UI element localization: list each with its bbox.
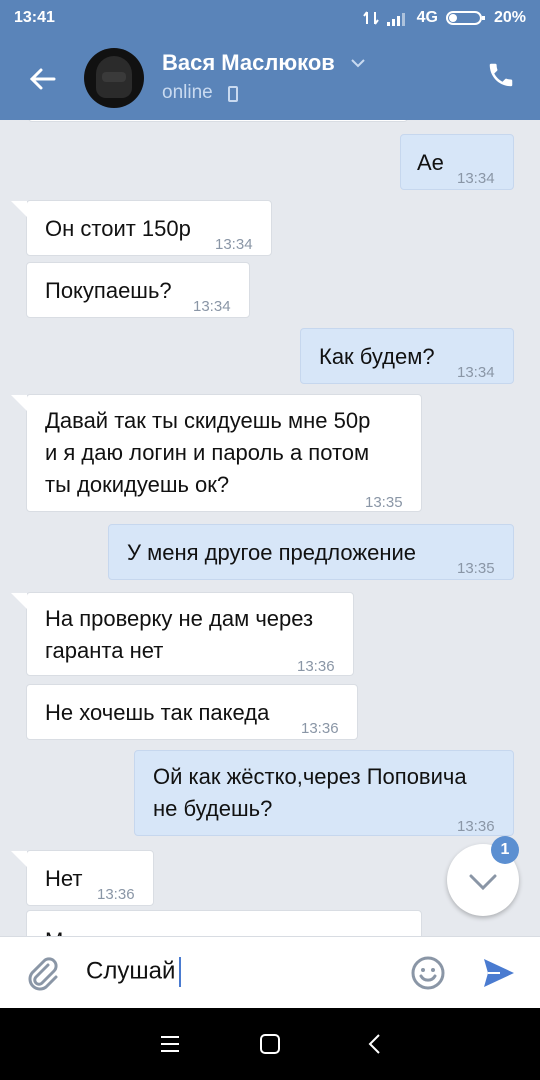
- message-bubble-out[interactable]: Как будем? 13:34: [300, 328, 514, 384]
- message-time: 13:34: [193, 298, 231, 315]
- message-text: Он стоит 150р: [45, 216, 191, 241]
- message-time: 13:34: [457, 170, 495, 187]
- message-time: 13:35: [365, 494, 403, 511]
- message-line: На проверку не дам через: [45, 606, 314, 631]
- message-bubble-in[interactable]: Он стоит 150р 13:34: [11, 200, 272, 256]
- signal-icon: [386, 13, 405, 26]
- message-input[interactable]: Слушай: [86, 957, 182, 987]
- emoji-icon[interactable]: [410, 955, 446, 991]
- composer: Слушай: [0, 936, 540, 1009]
- message-line: Давай так ты скидуешь мне 50р: [45, 408, 371, 433]
- message-text: Нет: [45, 866, 83, 891]
- battery-percent: 20%: [493, 9, 526, 26]
- text-cursor: [179, 957, 182, 987]
- message-bubble-out[interactable]: Ой как жёстко,через Поповича не будешь? …: [134, 750, 514, 836]
- message-bubble-out[interactable]: Ае 13:34: [400, 134, 514, 190]
- message-line: гаранта нет: [45, 638, 164, 663]
- mobile-icon: [228, 86, 238, 102]
- message-line: ты докидуешь ок?: [45, 472, 230, 497]
- message-text: Меня уже кидали так не хочешь: [45, 925, 372, 936]
- menu-icon[interactable]: [158, 1032, 182, 1056]
- message-time: 13:34: [215, 236, 253, 253]
- message-time: 13:36: [297, 658, 335, 675]
- message-line: не будешь?: [153, 796, 273, 821]
- send-icon[interactable]: [480, 955, 516, 991]
- phone-icon[interactable]: [486, 60, 516, 90]
- message-text: Не хочешь так пакеда: [45, 700, 270, 725]
- status-right: 4G 20%: [362, 9, 526, 27]
- home-icon[interactable]: [258, 1032, 282, 1056]
- message-list[interactable]: Ае 13:34 Он стоит 150р 13:34 Покупаешь? …: [0, 120, 540, 936]
- message-time: 13:35: [457, 560, 495, 577]
- message-bubble-in[interactable]: На проверку не дам через гаранта нет 13:…: [11, 592, 354, 676]
- unread-badge: 1: [491, 836, 519, 864]
- battery-icon: [445, 11, 485, 25]
- contact-status: online: [162, 82, 213, 103]
- message-bubble-in[interactable]: Нет 13:36: [11, 850, 154, 906]
- back-icon[interactable]: [364, 1032, 388, 1056]
- chevron-down-icon[interactable]: [350, 58, 366, 68]
- status-time: 13:41: [14, 9, 55, 26]
- message-time: 13:36: [457, 818, 495, 835]
- paperclip-icon[interactable]: [24, 955, 60, 991]
- message-bubble-in[interactable]: Не хочешь так пакеда 13:36: [26, 684, 358, 740]
- message-partial: [28, 120, 408, 122]
- message-bubble-in[interactable]: Покупаешь? 13:34: [26, 262, 250, 318]
- message-bubble-out[interactable]: У меня другое предложение 13:35: [108, 524, 514, 580]
- message-bubble-in[interactable]: Меня уже кидали так не хочешь: [26, 910, 422, 936]
- back-arrow-icon[interactable]: [26, 62, 60, 96]
- data-transfer-icon: [362, 11, 379, 25]
- message-text: Как будем?: [319, 344, 435, 369]
- chat-header: Вася Маслюков online: [0, 36, 540, 120]
- system-nav-bar: [0, 1008, 540, 1080]
- message-text: Покупаешь?: [45, 278, 172, 303]
- message-bubble-in[interactable]: Давай так ты скидуешь мне 50р и я даю ло…: [11, 394, 422, 512]
- status-bar: 13:41 4G 20%: [0, 0, 540, 36]
- message-input-value: Слушай: [86, 957, 176, 985]
- message-time: 13:34: [457, 364, 495, 381]
- message-line: Ой как жёстко,через Поповича: [153, 764, 467, 789]
- message-line: и я даю логин и пароль а потом: [45, 440, 370, 465]
- avatar[interactable]: [84, 48, 144, 108]
- message-time: 13:36: [97, 886, 135, 903]
- network-type: 4G: [416, 9, 438, 26]
- message-text: Ае: [417, 150, 444, 175]
- message-text: У меня другое предложение: [127, 540, 417, 565]
- message-time: 13:36: [301, 720, 339, 737]
- contact-name[interactable]: Вася Маслюков: [162, 50, 335, 76]
